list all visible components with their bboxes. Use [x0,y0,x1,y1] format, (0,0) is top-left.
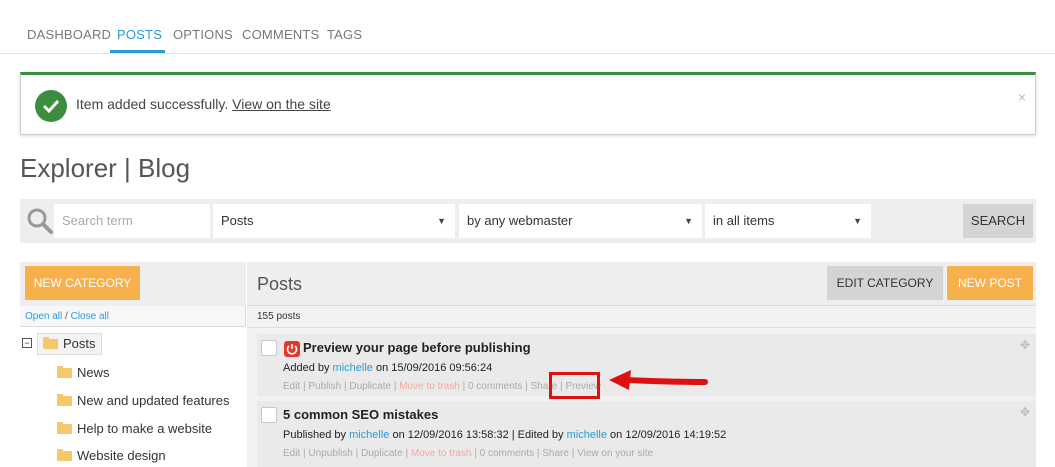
check-circle-icon [35,90,67,122]
tree-item-label: Help to make a website [77,421,213,436]
new-post-button[interactable]: NEW POST [947,266,1033,300]
meta-date: on 12/09/2016 14:19:52 [610,429,727,441]
posts-panel-header: Posts EDIT CATEGORY NEW POST [247,262,1036,306]
view-on-site-link[interactable]: View on your site [577,448,653,459]
folder-icon [57,422,72,434]
posts-panel-title: Posts [257,274,303,294]
caret-down-icon: ▼ [853,216,862,226]
author-select-value: by any webmaster [467,213,573,228]
unpublish-link[interactable]: Unpublish [308,448,352,459]
type-select-value: Posts [221,213,254,228]
meta-prefix: Added by [283,362,330,374]
post-count: 155 posts [257,311,301,322]
tab-posts[interactable]: POSTS [117,27,162,42]
search-bar: Search term Posts ▼ by any webmaster ▼ i… [20,199,1036,243]
meta-mid: on 12/09/2016 13:58:32 | Edited by [392,429,564,441]
tab-dashboard[interactable]: DASHBOARD [27,27,111,42]
tree-item-label: Website design [77,448,166,463]
folder-icon [57,366,72,378]
meta-prefix: Published by [283,429,346,441]
tab-tags[interactable]: TAGS [327,27,362,42]
edit-link[interactable]: Edit [283,381,300,392]
type-select[interactable]: Posts ▼ [213,204,455,238]
close-icon[interactable]: × [1018,89,1026,105]
search-icon [27,208,53,234]
open-all-link[interactable]: Open all [25,311,62,322]
tree-item-help[interactable]: Help to make a website [57,421,212,436]
author-link[interactable]: michelle [349,429,389,441]
folder-icon [57,394,72,406]
caret-down-icon: ▼ [437,216,446,226]
category-panel-header: NEW CATEGORY [20,262,246,306]
share-link[interactable]: Share [542,448,569,459]
editor-link[interactable]: michelle [567,429,607,441]
post-checkbox[interactable] [261,407,277,423]
power-icon[interactable] [284,341,300,357]
open-close-links: Open all / Close all [25,311,109,322]
author-link[interactable]: michelle [333,362,373,374]
post-actions: Edit | Unpublish | Duplicate | Move to t… [283,448,654,459]
posts-panel: Posts EDIT CATEGORY NEW POST 155 posts P… [247,262,1036,467]
meta-date: on 15/09/2016 09:56:24 [375,362,493,374]
post-row: 5 common SEO mistakes Published by miche… [257,401,1036,467]
move-to-trash-link[interactable]: Move to trash [399,381,460,392]
caret-down-icon: ▼ [684,216,693,226]
comments-link[interactable]: 0 comments [480,448,534,459]
duplicate-link[interactable]: Duplicate [361,448,403,459]
separator: / [65,311,68,322]
scope-select-value: in all items [713,213,775,228]
close-all-link[interactable]: Close all [71,311,109,322]
tree-root-posts[interactable]: Posts [37,333,102,355]
folder-icon [43,337,58,349]
drag-handle-icon[interactable]: ✥ [1020,338,1030,352]
preview-highlight-box [549,372,600,399]
tree-item-news[interactable]: News [57,365,110,380]
edit-category-button[interactable]: EDIT CATEGORY [827,266,943,300]
edit-link[interactable]: Edit [283,448,300,459]
search-input[interactable]: Search term [54,204,210,238]
post-checkbox[interactable] [261,340,277,356]
top-tabs: DASHBOARD POSTS OPTIONS COMMENTS TAGS [0,0,1055,54]
publish-link[interactable]: Publish [308,381,341,392]
post-title[interactable]: 5 common SEO mistakes [283,407,438,422]
view-on-site-link[interactable]: View on the site [232,96,331,112]
author-select[interactable]: by any webmaster ▼ [459,204,702,238]
tab-options[interactable]: OPTIONS [173,27,233,42]
scope-select[interactable]: in all items ▼ [705,204,871,238]
active-tab-indicator [110,50,165,53]
red-arrow-icon [609,370,708,390]
move-to-trash-link[interactable]: Move to trash [411,448,472,459]
duplicate-link[interactable]: Duplicate [349,381,391,392]
tab-comments[interactable]: COMMENTS [242,27,319,42]
divider [247,327,1036,328]
category-panel: NEW CATEGORY Open all / Close all − Post… [20,262,246,467]
comments-link[interactable]: 0 comments [468,381,522,392]
post-meta: Added by michelle on 15/09/2016 09:56:24 [283,362,492,374]
category-tree: − Posts News New and updated features He… [20,326,246,467]
new-category-button[interactable]: NEW CATEGORY [25,266,140,300]
alert-message-text: Item added successfully. [76,96,229,112]
tree-item-design[interactable]: Website design [57,448,166,463]
collapse-icon[interactable]: − [22,338,32,348]
tree-item-label: News [77,365,110,380]
page-title: Explorer | Blog [20,153,191,183]
post-meta: Published by michelle on 12/09/2016 13:5… [283,429,726,441]
search-button[interactable]: SEARCH [963,204,1033,238]
tree-item-label: New and updated features [77,393,230,408]
success-alert: Item added successfully. View on the sit… [20,72,1036,135]
tree-root-label: Posts [63,336,96,351]
drag-handle-icon[interactable]: ✥ [1020,405,1030,419]
folder-icon [57,449,72,461]
alert-message: Item added successfully. View on the sit… [76,96,331,112]
post-title[interactable]: Preview your page before publishing [303,340,531,355]
tree-item-new-features[interactable]: New and updated features [57,393,230,408]
